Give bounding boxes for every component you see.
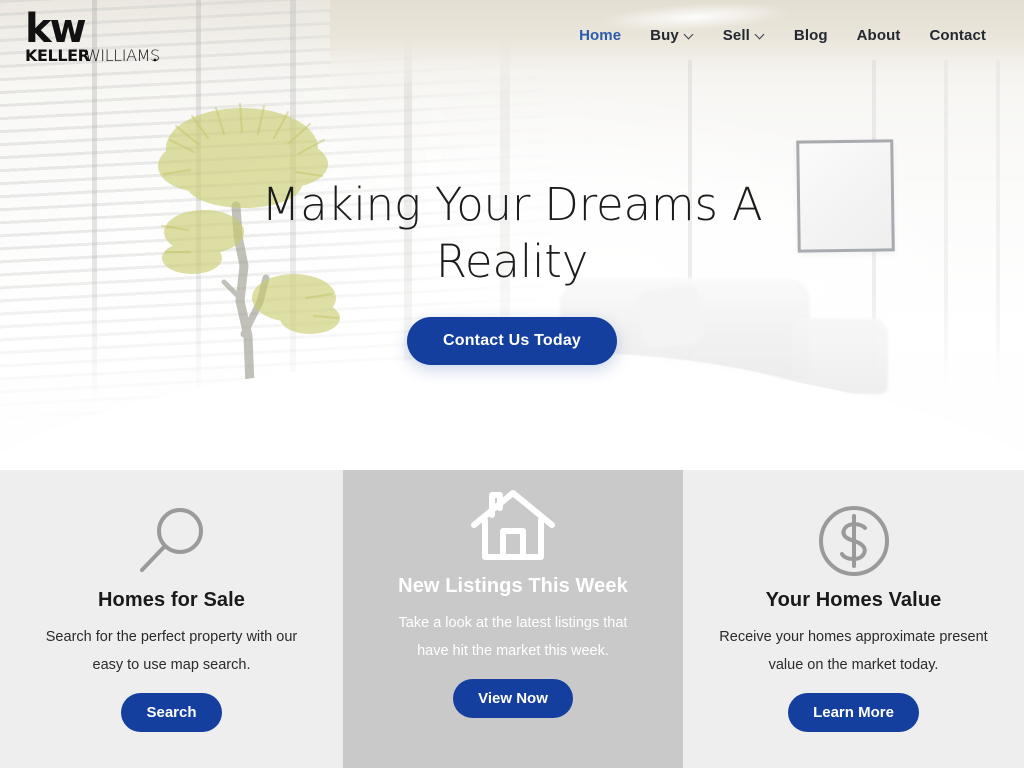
nav-label-buy: Buy: [650, 27, 679, 44]
feature-description: Take a look at the latest listings that …: [398, 615, 628, 659]
feature-title: New Listings This Week: [398, 575, 628, 597]
feature-description: Receive your homes approximate present v…: [719, 629, 988, 673]
hero-section: kw KELLER WILLIAMS Home Buy Sell Blog Ab…: [0, 0, 1024, 470]
contact-us-today-button[interactable]: Contact Us Today: [406, 317, 618, 366]
nav-item-sell[interactable]: Sell: [723, 27, 765, 44]
hero-title: Making Your Dreams A Reality: [261, 178, 763, 289]
svg-text:WILLIAMS: WILLIAMS: [85, 46, 159, 65]
nav-label-sell: Sell: [722, 27, 750, 44]
nav-item-about[interactable]: About: [857, 27, 901, 44]
house-icon: [470, 490, 556, 563]
nav-label-contact: Contact: [929, 27, 986, 44]
chevron-down-icon: [685, 30, 694, 39]
chevron-down-icon: [756, 30, 765, 39]
keller-williams-logo[interactable]: kw KELLER WILLIAMS: [23, 6, 159, 68]
feature-title: Homes for Sale: [97, 589, 245, 611]
view-now-button[interactable]: View Now: [453, 679, 573, 719]
page-root: kw KELLER WILLIAMS Home Buy Sell Blog Ab…: [0, 0, 1024, 768]
nav-label-about: About: [856, 27, 901, 44]
nav-item-contact[interactable]: Contact: [929, 27, 986, 44]
nav-label-blog: Blog: [793, 27, 828, 44]
feature-card-homes-for-sale: Homes for Sale Search for the perfect pr…: [0, 470, 343, 768]
magnifier-icon: [135, 505, 209, 577]
main-navigation[interactable]: Home Buy Sell Blog About Contact: [579, 27, 986, 44]
hero-content: Making Your Dreams A Reality Contact Us …: [0, 0, 1024, 470]
feature-columns: Homes for Sale Search for the perfect pr…: [0, 470, 1024, 768]
nav-label-home: Home: [579, 27, 622, 44]
nav-item-home[interactable]: Home: [579, 27, 621, 44]
learn-more-button[interactable]: Learn More: [788, 693, 919, 733]
feature-description: Search for the perfect property with our…: [45, 629, 298, 673]
dollar-circle-icon: [816, 505, 892, 577]
nav-item-buy[interactable]: Buy: [650, 27, 694, 44]
feature-title: Your Homes Value: [765, 589, 942, 611]
feature-card-new-listings: New Listings This Week Take a look at th…: [343, 470, 683, 768]
svg-text:KELLER: KELLER: [25, 46, 90, 65]
nav-item-blog[interactable]: Blog: [794, 27, 828, 44]
feature-card-homes-value: Your Homes Value Receive your homes appr…: [683, 470, 1024, 768]
search-button[interactable]: Search: [121, 693, 222, 733]
